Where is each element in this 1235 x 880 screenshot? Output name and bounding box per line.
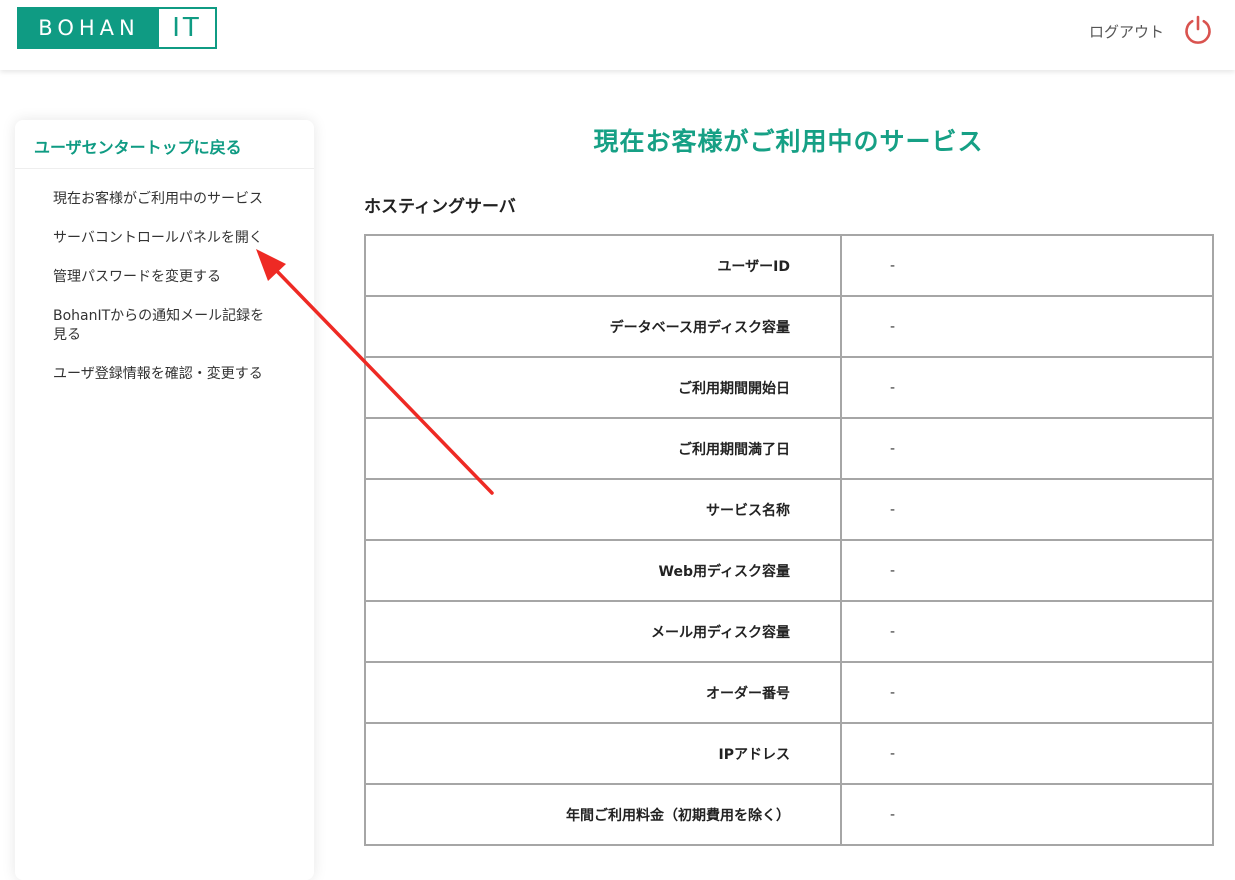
table-row: Web用ディスク容量 - xyxy=(364,539,1214,602)
section-title: ホスティングサーバ xyxy=(364,197,516,217)
service-info-table: ユーザーID - データベース用ディスク容量 - ご利用期間開始日 - ご利用期… xyxy=(364,234,1214,846)
logo-text-bohan: BOHAN xyxy=(38,16,140,40)
row-label: サービス名称 xyxy=(364,478,842,541)
bohan-it-logo[interactable]: BOHAN IT xyxy=(17,7,217,49)
sidebar-item-open-control-panel[interactable]: サーバコントロールパネルを開く xyxy=(53,229,273,248)
back-to-user-center-link[interactable]: ユーザセンタートップに戻る xyxy=(15,120,314,169)
logo-text-it: IT xyxy=(159,9,215,47)
row-label: メール用ディスク容量 xyxy=(364,600,842,663)
row-value: - xyxy=(840,478,1214,541)
sidebar-item-change-password[interactable]: 管理パスワードを変更する xyxy=(53,268,273,287)
row-label: 年間ご利用料金（初期費用を除く） xyxy=(364,783,842,846)
row-value: - xyxy=(840,661,1214,724)
table-row: IPアドレス - xyxy=(364,722,1214,785)
table-row: メール用ディスク容量 - xyxy=(364,600,1214,663)
row-value: - xyxy=(840,417,1214,480)
row-label: Web用ディスク容量 xyxy=(364,539,842,602)
row-label: IPアドレス xyxy=(364,722,842,785)
row-label: ユーザーID xyxy=(364,234,842,297)
table-row: オーダー番号 - xyxy=(364,661,1214,724)
row-label: ご利用期間開始日 xyxy=(364,356,842,419)
table-row: データベース用ディスク容量 - xyxy=(364,295,1214,358)
table-row: ご利用期間満了日 - xyxy=(364,417,1214,480)
row-value: - xyxy=(840,600,1214,663)
row-label: オーダー番号 xyxy=(364,661,842,724)
table-row: サービス名称 - xyxy=(364,478,1214,541)
sidebar: ユーザセンタートップに戻る 現在お客様がご利用中のサービス サーバコントロールパ… xyxy=(15,120,314,880)
app-header: BOHAN IT ログアウト xyxy=(0,0,1235,70)
table-row: 年間ご利用料金（初期費用を除く） - xyxy=(364,783,1214,846)
sidebar-item-current-services[interactable]: 現在お客様がご利用中のサービス xyxy=(53,190,273,209)
table-row: ご利用期間開始日 - xyxy=(364,356,1214,419)
row-label: データベース用ディスク容量 xyxy=(364,295,842,358)
table-row: ユーザーID - xyxy=(364,234,1214,297)
power-icon[interactable] xyxy=(1182,14,1214,46)
row-value: - xyxy=(840,783,1214,846)
logout-link[interactable]: ログアウト xyxy=(1089,20,1164,44)
page-title: 現在お客様がご利用中のサービス xyxy=(593,127,984,156)
row-label: ご利用期間満了日 xyxy=(364,417,842,480)
row-value: - xyxy=(840,722,1214,785)
row-value: - xyxy=(840,295,1214,358)
row-value: - xyxy=(840,234,1214,297)
row-value: - xyxy=(840,356,1214,419)
row-value: - xyxy=(840,539,1214,602)
sidebar-item-notification-mail-log[interactable]: BohanITからの通知メール記録を見る xyxy=(53,307,273,345)
sidebar-item-user-registration-info[interactable]: ユーザ登録情報を確認・変更する xyxy=(53,365,273,384)
